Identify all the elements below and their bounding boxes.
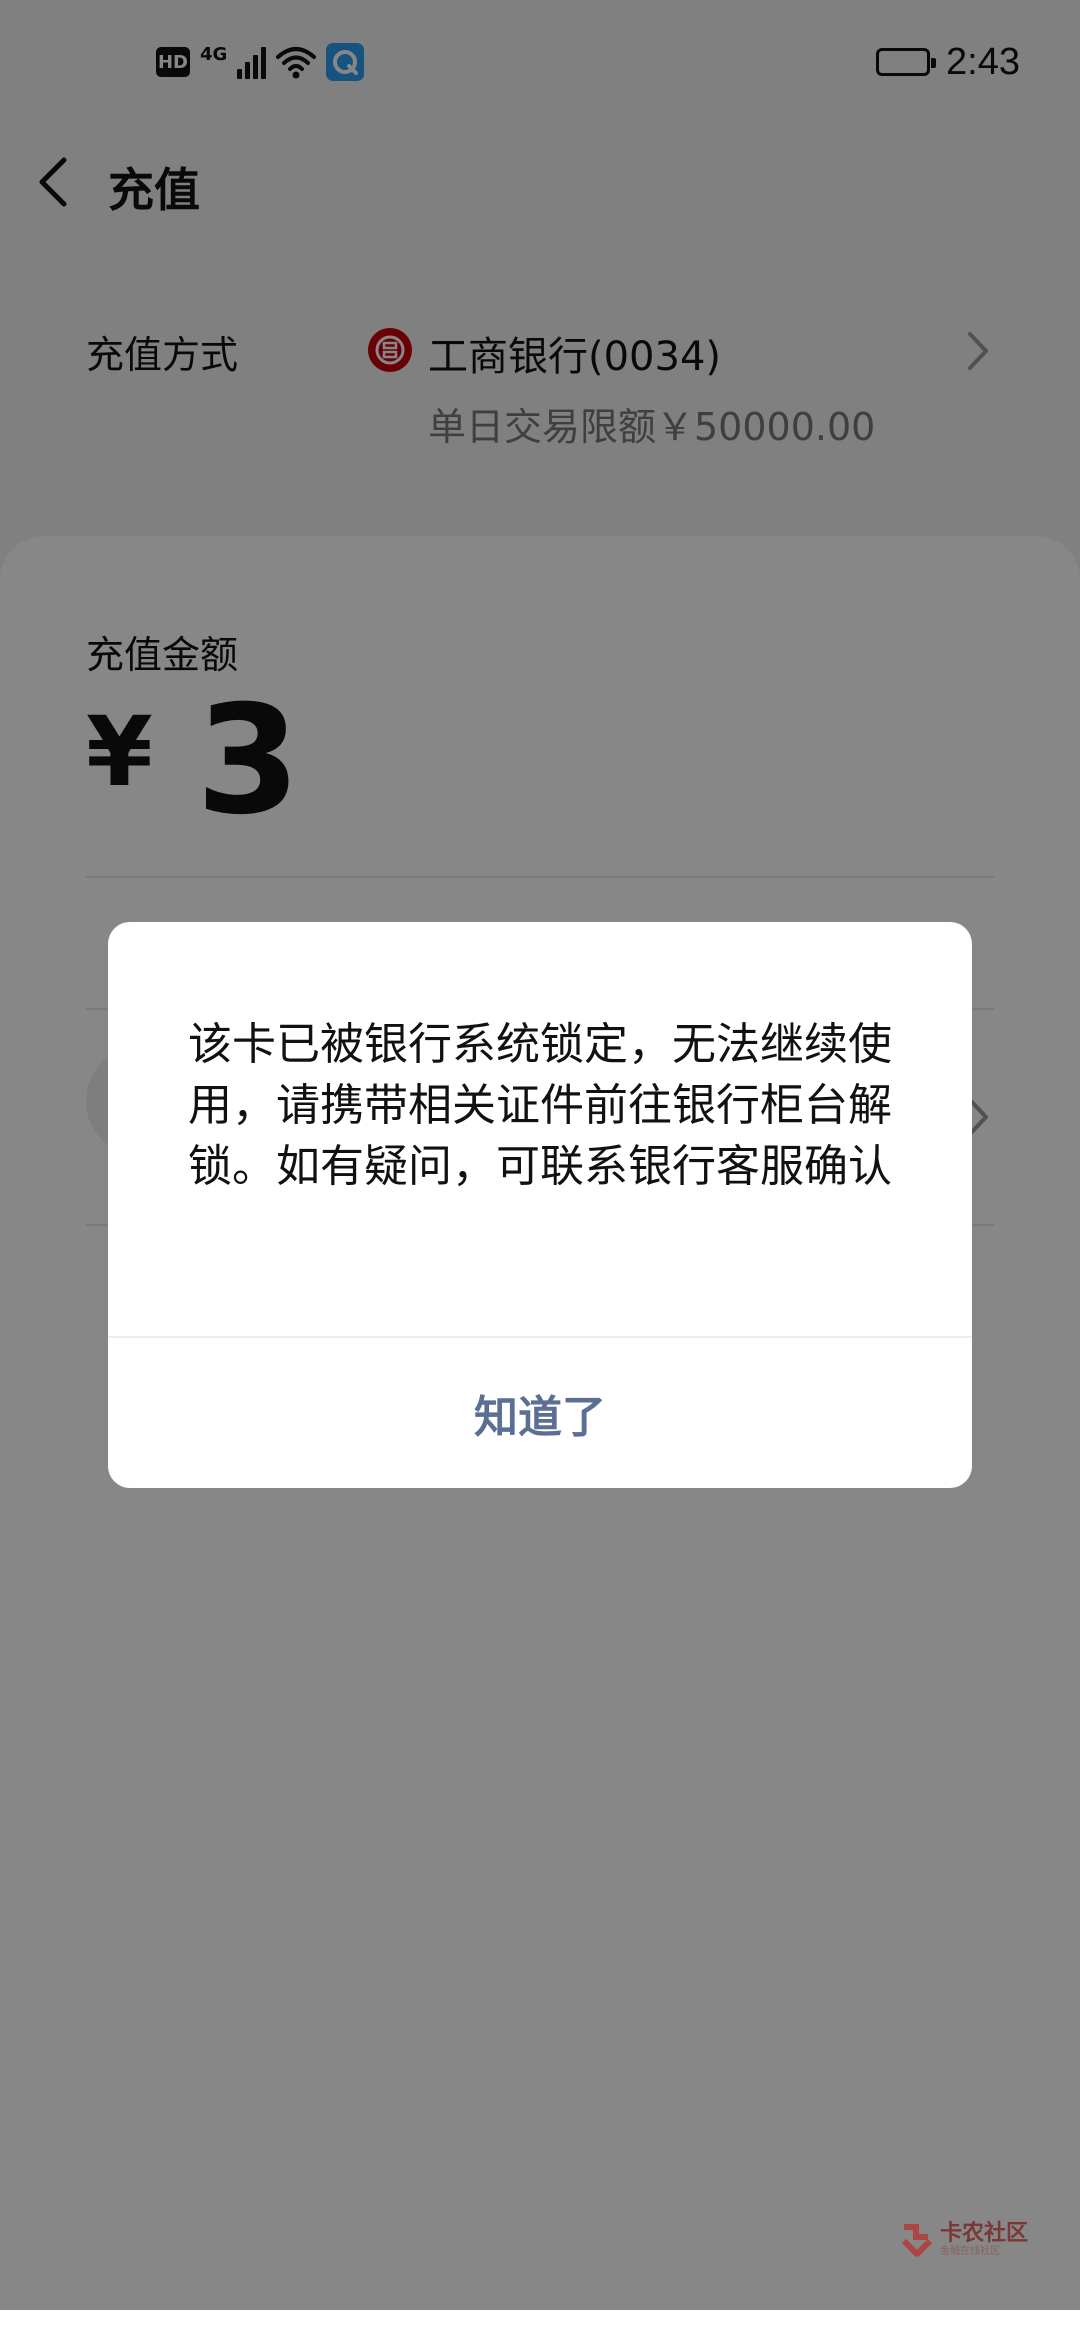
- watermark-text-wrap: 卡农社区 金融在线社区: [940, 2222, 1028, 2258]
- dialog-message: 该卡已被银行系统锁定，无法继续使用，请携带相关证件前往银行柜台解锁。如有疑问，可…: [188, 1019, 892, 1192]
- watermark: 卡农社区 金融在线社区: [900, 2216, 1060, 2264]
- watermark-subtext: 金融在线社区: [940, 2246, 1000, 2257]
- alert-dialog: 该卡已被银行系统锁定，无法继续使用，请携带相关证件前往银行柜台解锁。如有疑问，可…: [108, 922, 972, 1488]
- watermark-logo-icon: [901, 2224, 933, 2258]
- got-it-button[interactable]: 知道了: [108, 1338, 972, 1488]
- watermark-text: 卡农社区: [940, 2221, 1029, 2246]
